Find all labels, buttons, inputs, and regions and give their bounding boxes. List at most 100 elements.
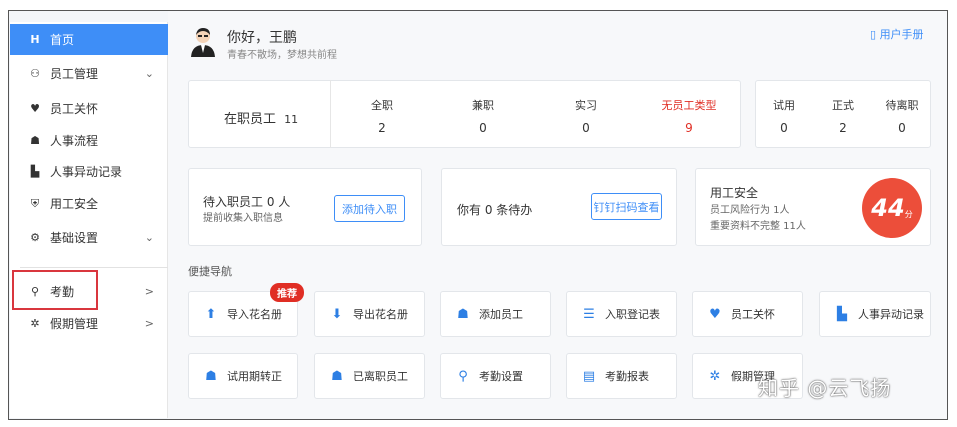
stat-label: 待离职 <box>885 99 919 112</box>
stat-label: 实习 <box>575 99 597 112</box>
person-icon: ☗ <box>30 134 40 147</box>
motto: 青春不散场，梦想共前程 <box>227 50 337 61</box>
document-icon: ▙ <box>837 306 847 322</box>
chevron-down-icon[interactable]: ⌄ <box>145 67 154 80</box>
quicknav-label: 导入花名册 <box>227 308 282 321</box>
quicknav-attendance-settings[interactable]: ⚲ 考勤设置 <box>440 353 551 399</box>
sidebar-item-label: 员工关怀 <box>50 102 99 116</box>
report-icon: ▤ <box>582 368 596 384</box>
chevron-down-icon[interactable]: ⌄ <box>145 231 154 244</box>
sidebar: H 首页 ⚇ 员工管理 ⌄ ♥ 员工关怀 ☗ 人事流程 ▙ 人事异动记录 ⛨ 用… <box>10 22 168 418</box>
document-icon: ▙ <box>30 165 40 178</box>
stat-value[interactable]: 0 <box>564 121 608 135</box>
quicknav-export-roster[interactable]: ⬇ 导出花名册 <box>314 291 425 337</box>
user-manual-label: 用户手册 <box>879 28 924 41</box>
stat-value[interactable]: 2 <box>360 121 404 135</box>
stat-label: 正式 <box>832 99 854 112</box>
onjob-count: 11 <box>284 113 299 126</box>
stat-value[interactable]: 2 <box>823 121 863 135</box>
gear-icon: ⚙ <box>30 231 40 244</box>
quicknav-label: 入职登记表 <box>605 308 660 321</box>
quicknav-label: 添加员工 <box>479 308 523 321</box>
user-check-icon: ☗ <box>205 368 217 384</box>
sidebar-item-label: 首页 <box>50 33 75 47</box>
quicknav-title: 便捷导航 <box>188 265 232 278</box>
quicknav-add-employee[interactable]: ☗ 添加员工 <box>440 291 551 337</box>
stat-value[interactable]: 0 <box>764 121 804 135</box>
quicknav-label: 导出花名册 <box>353 308 408 321</box>
dingtalk-scan-button[interactable]: 钉钉扫码查看 <box>591 193 662 220</box>
quicknav-employee-care[interactable]: ♥ 员工关怀 <box>692 291 803 337</box>
heart-icon: ♥ <box>30 102 40 115</box>
employees-icon: ⚇ <box>30 67 40 80</box>
quicknav-resigned[interactable]: ☗ 已离职员工 <box>314 353 425 399</box>
stat-label: 无员工类型 <box>661 99 717 112</box>
todo-text: 你有 0 条待办 <box>457 203 533 217</box>
location-icon: ⚲ <box>458 368 468 384</box>
add-pending-button[interactable]: 添加待入职 <box>334 195 405 222</box>
quicknav-label: 员工关怀 <box>731 308 775 321</box>
quicknav-label: 人事异动记录 <box>858 308 924 321</box>
safety-score[interactable]: 44 分 <box>862 178 922 238</box>
download-icon: ⬇ <box>331 306 343 322</box>
palm-icon: ✲ <box>30 317 40 330</box>
score-unit: 分 <box>904 209 913 219</box>
stat-label: 兼职 <box>472 99 494 112</box>
recommend-badge: 推荐 <box>270 283 304 302</box>
status-card <box>755 80 931 148</box>
add-user-icon: ☗ <box>457 306 469 322</box>
quicknav-onboard-form[interactable]: ☰ 入职登记表 <box>566 291 677 337</box>
shield-icon: ⛨ <box>30 196 40 210</box>
sidebar-item-hr-flow[interactable]: ☗ 人事流程 <box>10 125 168 156</box>
quicknav-attendance-report[interactable]: ▤ 考勤报表 <box>566 353 677 399</box>
sidebar-item-settings[interactable]: ⚙ 基础设置 ⌄ <box>10 222 168 253</box>
sidebar-item-label: 基础设置 <box>50 231 99 245</box>
sidebar-item-label: 人事异动记录 <box>50 165 123 179</box>
sidebar-item-employees[interactable]: ⚇ 员工管理 ⌄ <box>10 58 168 89</box>
user-manual-link[interactable]: ▯ 用户手册 <box>870 26 924 42</box>
sidebar-item-label: 员工管理 <box>50 67 99 81</box>
book-icon: ▯ <box>870 28 880 41</box>
sidebar-item-home[interactable]: H 首页 <box>10 24 168 55</box>
form-icon: ☰ <box>583 306 595 322</box>
safety-incomplete: 重要资料不完整 11人 <box>710 221 806 232</box>
avatar <box>191 28 215 57</box>
quicknav-hr-changes[interactable]: ▙ 人事异动记录 <box>819 291 931 337</box>
user-icon: ☗ <box>331 368 343 384</box>
chevron-right-icon[interactable]: > <box>145 317 154 330</box>
stat-label: 试用 <box>773 99 795 112</box>
greeting: 你好，王鹏 <box>227 30 297 46</box>
sidebar-item-leave[interactable]: ✲ 假期管理 > <box>10 308 168 339</box>
sidebar-item-hr-changes[interactable]: ▙ 人事异动记录 <box>10 156 168 187</box>
stat-label: 全职 <box>371 99 393 112</box>
score-value: 44 <box>871 194 905 222</box>
stat-value[interactable]: 9 <box>656 121 722 135</box>
onjob-stat[interactable]: 在职员工 11 <box>224 108 298 127</box>
safety-risk: 员工风险行为 1人 <box>710 205 790 216</box>
chevron-right-icon[interactable]: > <box>145 285 154 298</box>
pending-title: 待入职员工 0 人 <box>203 195 291 209</box>
quicknav-label: 考勤报表 <box>605 370 649 383</box>
stat-value[interactable]: 0 <box>880 121 924 135</box>
heart-icon: ♥ <box>709 306 721 322</box>
home-icon: H <box>30 33 40 46</box>
divider <box>330 80 331 148</box>
quicknav-label: 试用期转正 <box>227 370 282 383</box>
palm-icon: ✲ <box>709 368 721 384</box>
sidebar-item-care[interactable]: ♥ 员工关怀 <box>10 93 168 124</box>
stat-value[interactable]: 0 <box>461 121 505 135</box>
highlight-box <box>12 270 98 310</box>
quicknav-label: 已离职员工 <box>353 370 408 383</box>
safety-title: 用工安全 <box>710 186 759 200</box>
sidebar-item-label: 用工安全 <box>50 197 99 211</box>
sidebar-divider <box>20 267 168 268</box>
pending-sub: 提前收集入职信息 <box>203 213 283 224</box>
sidebar-item-label: 假期管理 <box>50 317 99 331</box>
onjob-label: 在职员工 <box>224 112 277 127</box>
upload-icon: ⬆ <box>205 306 217 322</box>
quicknav-label: 考勤设置 <box>479 370 523 383</box>
watermark: 知乎 @云飞扬 <box>758 376 892 400</box>
sidebar-item-safety[interactable]: ⛨ 用工安全 <box>10 188 168 219</box>
quicknav-probation[interactable]: ☗ 试用期转正 <box>188 353 298 399</box>
sidebar-item-label: 人事流程 <box>50 134 99 148</box>
